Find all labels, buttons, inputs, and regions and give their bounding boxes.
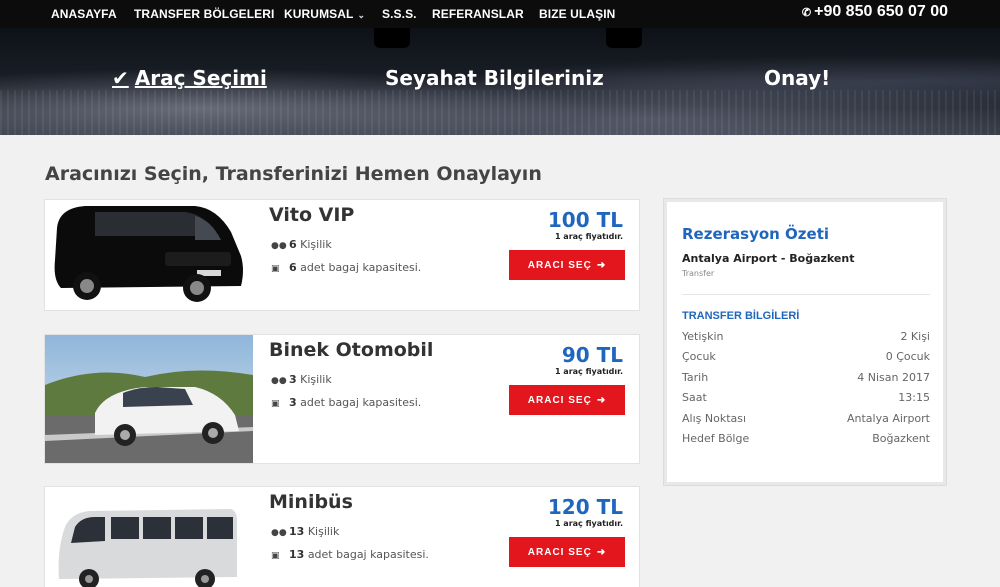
phone-icon: ✆ — [801, 7, 812, 19]
select-vehicle-label: ARACI SEÇ — [527, 394, 592, 406]
vehicle-card-binek-otomobil: Binek Otomobil ●● 3 Kişilik ▣ 3 adet bagaj… — [44, 334, 640, 464]
vehicle-image-sedan — [45, 335, 253, 463]
select-vehicle-button[interactable]: ARACI SEÇ ➜ — [509, 537, 625, 567]
nav-item-bize-ulasin[interactable]: BIZE ULAŞIN — [539, 7, 615, 21]
summary-row-value: Boğazkent — [872, 432, 930, 445]
price: 120 TL — [547, 495, 623, 519]
select-vehicle-button[interactable]: ARACI SEÇ ➜ — [509, 385, 625, 415]
summary-type: Transfer — [682, 269, 715, 278]
luggage-info: ▣ 3 adet bagaj kapasitesi. — [271, 396, 421, 409]
vehicle-image-van — [45, 200, 253, 310]
nav-item-referanslar[interactable]: REFERANSLAR — [432, 7, 524, 21]
suitcase-icon: ▣ — [271, 551, 280, 561]
luggage-value: 6 — [289, 261, 297, 274]
top-navigation: ANASAYFA TRANSFER BÖLGELERI KURUMSAL ⌄ S.… — [0, 0, 1000, 28]
summary-row-value: 0 Çocuk — [885, 350, 930, 363]
step-arac-secimi[interactable]: ✔ Araç Seçimi — [112, 66, 267, 90]
arrow-right-icon: ➜ — [596, 259, 607, 271]
luggage-info: ▣ 13 adet bagaj kapasitesi. — [271, 548, 429, 561]
price: 90 TL — [561, 343, 623, 367]
summary-row-value: 2 Kişi — [900, 330, 930, 343]
nav-item-kurumsal[interactable]: KURUMSAL ⌄ — [284, 7, 365, 21]
nav-item-kurumsal-label: KURUMSAL — [284, 7, 354, 21]
summary-row-label: Saat — [682, 391, 707, 404]
vehicle-name: Vito VIP — [269, 204, 355, 226]
select-vehicle-label: ARACI SEÇ — [527, 546, 592, 558]
price: 100 TL — [547, 208, 623, 232]
step-onay: Onay! — [764, 66, 831, 90]
users-icon: ●● — [271, 528, 287, 538]
vehicle-image-minibus — [45, 487, 253, 587]
summary-row-value: 13:15 — [898, 391, 930, 404]
page-title: Aracınızı Seçin, Transferinizi Hemen Ona… — [45, 163, 542, 185]
luggage-label: adet bagaj kapasitesi. — [300, 396, 422, 409]
luggage-info: ▣ 6 adet bagaj kapasitesi. — [271, 261, 421, 274]
divider — [682, 294, 930, 295]
vehicle-card-minibus: Minibüs ●● 13 Kişilik ▣ 13 adet bagaj kapa… — [44, 486, 640, 587]
capacity-value: 3 — [289, 373, 297, 386]
luggage-label: adet bagaj kapasitesi. — [300, 261, 422, 274]
vehicle-card-vito-vip: Vito VIP ●● 6 Kişilik ▣ 6 adet bagaj kapas… — [44, 199, 640, 311]
luggage-value: 13 — [289, 548, 305, 561]
luggage-label: adet bagaj kapasitesi. — [307, 548, 429, 561]
hero-banner: ✔ Araç Seçimi Seyahat Bilgileriniz Onay! — [0, 28, 1000, 135]
arrow-right-icon: ➜ — [596, 394, 607, 406]
summary-row-label: Hedef Bölge — [682, 432, 750, 445]
luggage-value: 3 — [289, 396, 297, 409]
vehicle-name: Minibüs — [269, 491, 353, 513]
capacity-info: ●● 13 Kişilik — [271, 525, 339, 538]
price-note: 1 araç fiyatıdır. — [554, 519, 623, 528]
price-note: 1 araç fiyatıdır. — [554, 367, 623, 376]
step-label: Araç Seçimi — [134, 66, 267, 90]
summary-route: Antalya Airport - Boğazkent — [682, 252, 855, 265]
background-silhouette — [374, 28, 410, 48]
summary-row-value: 4 Nisan 2017 — [857, 371, 930, 384]
chevron-down-icon: ⌄ — [357, 10, 366, 20]
phone-link[interactable]: ✆ +90 850 650 07 00 — [802, 3, 948, 21]
phone-number: +90 850 650 07 00 — [814, 3, 948, 20]
summary-row-label: Alış Noktası — [682, 412, 747, 425]
check-icon: ✔ — [112, 66, 129, 90]
capacity-label: Kişilik — [300, 373, 332, 386]
summary-title: Rezerasyon Özeti — [682, 225, 830, 243]
city-lights-background — [0, 90, 1000, 135]
nav-item-sss[interactable]: S.S.S. — [382, 7, 417, 21]
users-icon: ●● — [271, 376, 287, 386]
nav-item-anasayfa[interactable]: ANASAYFA — [51, 7, 117, 21]
capacity-value: 13 — [289, 525, 305, 538]
nav-item-transfer-bolgeleri[interactable]: TRANSFER BÖLGELERI — [134, 7, 274, 21]
summary-row-label: Yetişkin — [682, 330, 724, 343]
arrow-right-icon: ➜ — [596, 546, 607, 558]
capacity-label: Kişilik — [307, 525, 340, 538]
capacity-value: 6 — [289, 238, 297, 251]
reservation-summary: Rezerasyon Özeti Antalya Airport - Boğaz… — [663, 198, 947, 486]
users-icon: ●● — [271, 241, 287, 251]
select-vehicle-button[interactable]: ARACI SEÇ ➜ — [509, 250, 625, 280]
select-vehicle-label: ARACI SEÇ — [527, 259, 592, 271]
vehicle-name: Binek Otomobil — [269, 339, 434, 361]
step-seyahat-bilgileriniz: Seyahat Bilgileriniz — [385, 66, 604, 90]
capacity-info: ●● 3 Kişilik — [271, 373, 332, 386]
summary-row-label: Tarih — [682, 371, 709, 384]
suitcase-icon: ▣ — [271, 399, 280, 409]
capacity-info: ●● 6 Kişilik — [271, 238, 332, 251]
background-silhouette — [606, 28, 642, 48]
price-note: 1 araç fiyatıdır. — [554, 232, 623, 241]
summary-section-heading: TRANSFER BİLGİLERİ — [682, 310, 800, 322]
suitcase-icon: ▣ — [271, 264, 280, 274]
summary-row-label: Çocuk — [682, 350, 716, 363]
summary-row-value: Antalya Airport — [846, 412, 930, 425]
capacity-label: Kişilik — [300, 238, 332, 251]
